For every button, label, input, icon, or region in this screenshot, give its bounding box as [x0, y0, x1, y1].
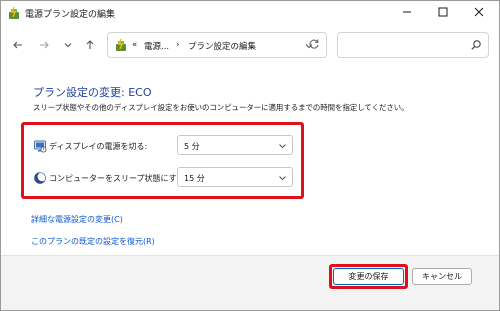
page-description: スリープ状態やその他のディスプレイ設定をお使いのコンピューターに適用するまでの時…: [33, 103, 409, 112]
close-button[interactable]: [459, 1, 499, 25]
monitor-icon: [33, 139, 47, 153]
chevron-down-icon: [278, 142, 287, 150]
search-box[interactable]: [337, 32, 489, 58]
minimize-button[interactable]: [387, 1, 427, 25]
maximize-button[interactable]: [423, 1, 463, 25]
power-options-icon: [114, 38, 128, 52]
minimize-icon: [402, 7, 412, 19]
advanced-power-settings-link[interactable]: 詳細な電源設定の変更(C): [31, 214, 123, 225]
arrow-left-icon: [12, 39, 24, 53]
back-button[interactable]: [9, 37, 27, 55]
recent-locations-button[interactable]: [59, 37, 77, 55]
address-segment-power-options[interactable]: 電源...: [144, 40, 169, 52]
power-options-app-icon: [7, 6, 21, 20]
setting-label: ディスプレイの電源を切る:: [49, 142, 148, 151]
display-off-time-select[interactable]: 5 分: [177, 135, 293, 155]
setting-row-display-off: ディスプレイの電源を切る: 5 分: [1, 134, 499, 158]
search-input[interactable]: [344, 37, 464, 53]
select-value: 15 分: [184, 174, 205, 183]
close-icon: [474, 7, 484, 19]
select-value: 5 分: [184, 142, 200, 151]
footer-bar: 変更の保存 キャンセル: [1, 255, 499, 310]
chevron-down-icon: [278, 174, 287, 182]
address-bar[interactable]: « 電源... › プラン設定の編集: [107, 32, 327, 58]
save-changes-button[interactable]: 変更の保存: [333, 268, 404, 285]
refresh-button[interactable]: [306, 37, 322, 53]
search-icon: [470, 39, 482, 51]
title-bar: 電源プラン設定の編集: [1, 1, 499, 25]
chevron-down-icon: [63, 40, 73, 52]
page-title: プラン設定の変更: ECO: [33, 86, 152, 99]
address-segment-edit-plan[interactable]: プラン設定の編集: [188, 40, 256, 52]
restore-defaults-link[interactable]: このプランの既定の設定を復元(R): [31, 236, 155, 247]
arrow-right-icon: [38, 39, 50, 53]
up-button[interactable]: [81, 37, 99, 55]
address-separator[interactable]: ›: [176, 40, 179, 50]
address-overflow-marker[interactable]: «: [132, 40, 137, 50]
main-content: プラン設定の変更: ECO スリープ状態やその他のディスプレイ設定をお使いのコン…: [1, 65, 499, 255]
cancel-button[interactable]: キャンセル: [412, 268, 472, 285]
forward-button[interactable]: [35, 37, 53, 55]
maximize-icon: [438, 7, 448, 19]
window-title: 電源プラン設定の編集: [25, 10, 116, 20]
refresh-icon: [308, 38, 320, 52]
power-plan-edit-window: 電源プラン設定の編集 « 電源... › プラン設定の編集 プラン設定の変更: …: [0, 0, 500, 311]
navigation-bar: « 電源... › プラン設定の編集: [1, 25, 499, 65]
moon-icon: [33, 171, 47, 185]
setting-row-sleep: コンピューターをスリープ状態にする: 15 分: [1, 166, 499, 190]
arrow-up-icon: [84, 39, 96, 53]
sleep-time-select[interactable]: 15 分: [177, 167, 293, 187]
setting-label: コンピューターをスリープ状態にする:: [49, 174, 188, 183]
